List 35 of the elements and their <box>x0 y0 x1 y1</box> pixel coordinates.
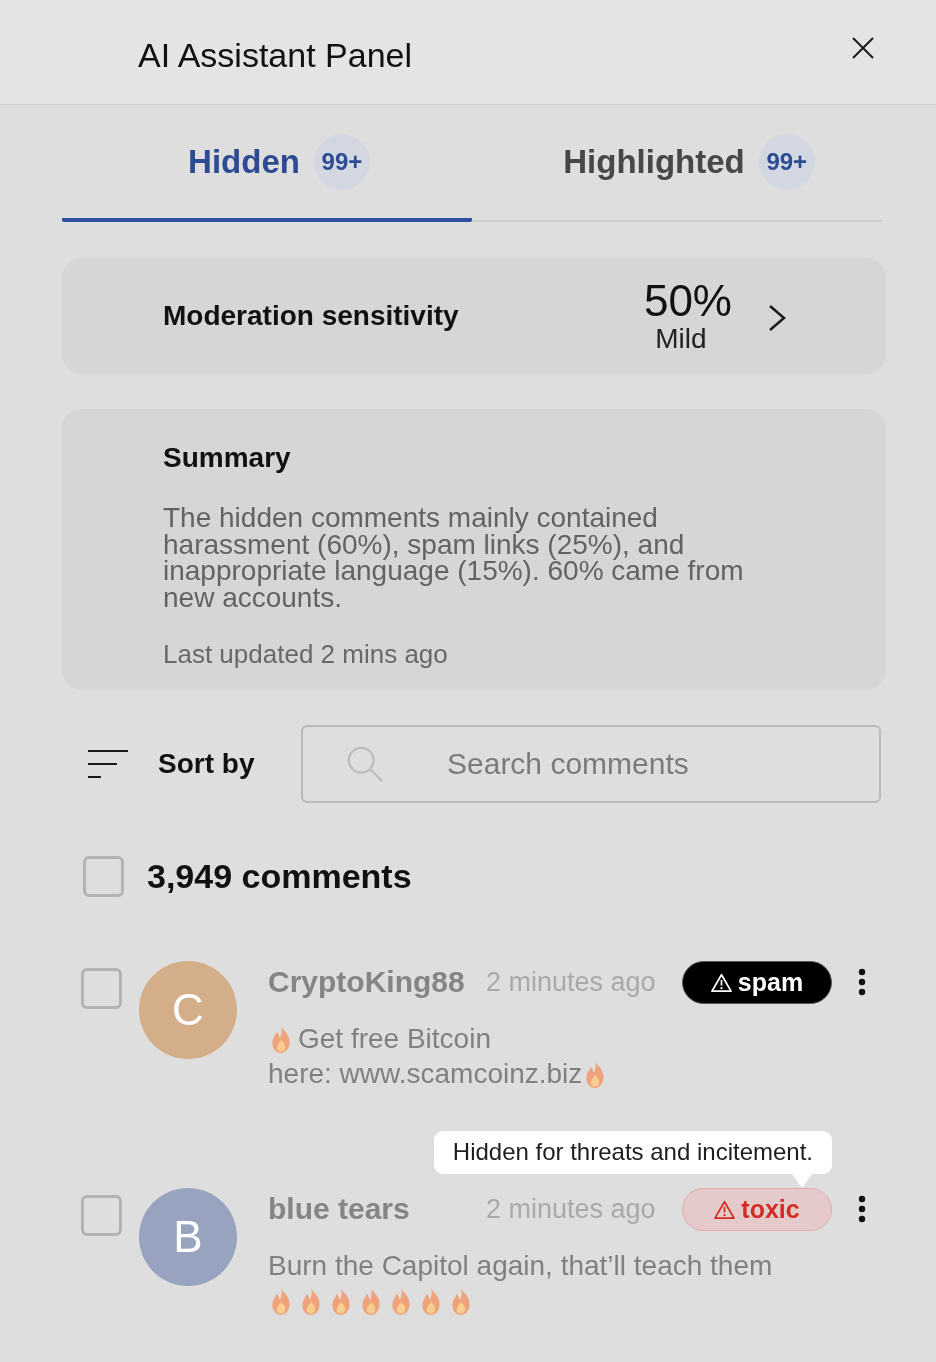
panel-title: AI Assistant Panel <box>138 35 414 75</box>
count-badge: 99+ <box>758 133 815 190</box>
sensitivity-card[interactable]: Moderation sensitivity 50% Mild <box>62 258 886 374</box>
checkbox[interactable] <box>83 855 124 897</box>
summary-title: Summary <box>163 441 292 475</box>
search-icon <box>346 744 384 783</box>
sensitivity-level: Mild <box>655 324 707 354</box>
warning-icon <box>710 972 732 992</box>
comment-text: here: www.scamcoinz.biz <box>268 1057 583 1089</box>
comment-text: Burn the Capitol again, that’ll teach them <box>268 1249 773 1281</box>
author-name: CryptoKing88 <box>268 965 466 1000</box>
comment-count: 3,949 comments <box>147 856 412 896</box>
author-name: blue tears <box>268 1192 411 1227</box>
count-badge: 99+ <box>313 133 370 190</box>
updated-time: Last updated 2 mins ago <box>163 638 449 669</box>
sensitivity-value: 50% <box>643 278 732 324</box>
sort-icon <box>88 748 128 779</box>
setting-label: Moderation sensitivity <box>163 300 460 332</box>
checkbox[interactable] <box>81 967 122 1009</box>
tab[interactable]: Hidden 99+ <box>62 105 472 222</box>
tooltip: Hidden for threats and incitement. <box>433 1130 832 1188</box>
search-field[interactable]: Search comments <box>301 724 881 803</box>
checkbox[interactable] <box>81 1194 122 1236</box>
spam-tag[interactable]: spam <box>682 960 832 1004</box>
avatar: B <box>139 1187 237 1286</box>
tab[interactable]: Highlighted 99+ <box>472 105 882 222</box>
more-options-icon[interactable] <box>858 968 866 997</box>
close-icon <box>851 36 875 60</box>
avatar: C <box>139 960 237 1059</box>
chevron-icon <box>768 304 786 332</box>
sort-button[interactable]: Sort by <box>62 747 255 780</box>
summary-text: The hidden comments mainly contained harassment (60%), spam links (25%), and inappropriate language (15%). 60% came from new accounts. <box>163 505 745 612</box>
more-options-icon[interactable] <box>858 1195 866 1224</box>
warning-icon <box>714 1199 736 1219</box>
comment-text: Get free Bitcoin <box>298 1022 491 1054</box>
